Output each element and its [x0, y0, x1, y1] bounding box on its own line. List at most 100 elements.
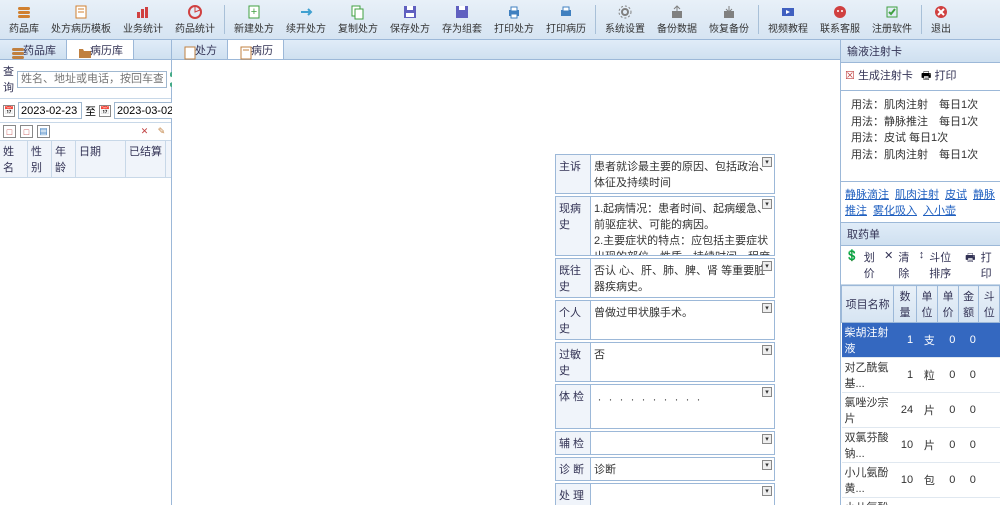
link-皮试[interactable]: 皮试 [945, 189, 967, 201]
search-input[interactable] [17, 71, 167, 88]
med-header[interactable]: 数量 [894, 286, 916, 323]
chart2-icon [186, 4, 204, 20]
list-header[interactable]: 日期 [76, 141, 126, 177]
toolbar-chart[interactable]: 业务统计 [118, 2, 168, 37]
toolbar-print[interactable]: 打印处方 [489, 2, 539, 37]
video-icon [779, 4, 797, 20]
date-to-input[interactable] [114, 102, 178, 119]
print-icon: 🖶 [921, 70, 931, 82]
savegrp-icon [453, 4, 471, 20]
toolbar-label: 药品统计 [175, 20, 215, 35]
list-header[interactable]: 年龄 [52, 141, 76, 177]
form-field-体 检[interactable]: ﹒﹒﹒﹒﹒﹒﹒﹒﹒﹒▾ [591, 384, 775, 429]
center-tab-rx[interactable]: 处方 [172, 40, 228, 59]
sort-icon: ↕ [919, 249, 925, 281]
link-入小壶[interactable]: 入小壶 [923, 205, 956, 217]
print2-icon [557, 4, 575, 20]
toolbar-new[interactable]: +新建处方 [229, 2, 279, 37]
print-med-button[interactable]: 打印 [981, 249, 996, 281]
toolbar-backup[interactable]: 备份数据 [652, 2, 702, 37]
toolbar-save[interactable]: 保存处方 [385, 2, 435, 37]
med-header[interactable]: 斗位 [979, 286, 1000, 323]
list-header[interactable]: 性别 [28, 141, 52, 177]
toolbar-copy[interactable]: 复制处方 [333, 2, 383, 37]
toolbar-gear[interactable]: 系统设置 [600, 2, 650, 37]
date-from-calendar-icon[interactable]: 📅 [3, 105, 15, 117]
med-header[interactable]: 单位 [916, 286, 938, 323]
form-label: 既往史 [555, 258, 591, 298]
dropdown-icon[interactable]: ▾ [762, 345, 772, 355]
patient-list-empty [0, 178, 171, 505]
mini-btn-1[interactable]: □ [3, 125, 16, 138]
toolbar-db[interactable]: 药品库 [4, 2, 44, 37]
link-肌肉注射[interactable]: 肌肉注射 [895, 189, 939, 201]
checkbox-icon[interactable]: ☒ [845, 70, 855, 82]
med-header[interactable]: 单价 [938, 286, 959, 323]
med-row[interactable]: 柴胡注射液1支00 [842, 323, 1000, 358]
center-tab-rec[interactable]: 病历 [228, 40, 284, 59]
dropdown-icon[interactable]: ▾ [762, 303, 772, 313]
toolbar-label: 备份数据 [657, 20, 697, 35]
dropdown-icon[interactable]: ▾ [762, 387, 772, 397]
toolbar-label: 保存处方 [390, 20, 430, 35]
list-header[interactable]: 姓名 [0, 141, 28, 177]
link-静脉滴注[interactable]: 静脉滴注 [845, 189, 889, 201]
price-button[interactable]: 划价 [864, 249, 879, 281]
form-field-主诉[interactable]: 患者就诊最主要的原因、包括政治、体征及持续时间▾ [591, 154, 775, 194]
form-field-现病史[interactable]: 1.起病情况：患者时间、起病缓急、前驱症状、可能的病因。 2.主要症状的特点：应… [591, 196, 775, 256]
toolbar-cont[interactable]: 续开处方 [281, 2, 331, 37]
toolbar-restore[interactable]: 恢复备份 [704, 2, 754, 37]
toolbar-video[interactable]: 视频教程 [763, 2, 813, 37]
toolbar-label: 退出 [931, 20, 951, 35]
reg-icon [883, 4, 901, 20]
dropdown-icon[interactable]: ▾ [762, 434, 772, 444]
med-row[interactable]: 氯唑沙宗片24片00 [842, 393, 1000, 428]
mini-btn-2[interactable]: □ [20, 125, 33, 138]
med-list-header: 取药单 [841, 223, 1000, 246]
toolbar-savegrp[interactable]: 存为组套 [437, 2, 487, 37]
form-field-辅 检[interactable]: ▾ [591, 431, 775, 455]
toolbar-label: 复制处方 [338, 20, 378, 35]
link-雾化吸入[interactable]: 雾化吸入 [873, 205, 917, 217]
toolbar-qq[interactable]: 联系客服 [815, 2, 865, 37]
print-injection-card-button[interactable]: 打印 [934, 70, 956, 82]
form-field-既往史[interactable]: 否认 心、肝、肺、脾、肾 等重要脏器疾病史。▾ [591, 258, 775, 298]
clear-button[interactable]: 清除 [898, 249, 913, 281]
toolbar-reg[interactable]: 注册软件 [867, 2, 917, 37]
mini-btn-del[interactable]: ✕ [138, 125, 151, 138]
left-tab-db[interactable]: 药品库 [0, 40, 67, 59]
form-field-过敏史[interactable]: 否▾ [591, 342, 775, 382]
left-tab-folder[interactable]: 病历库 [67, 40, 134, 59]
med-row[interactable]: 双氯芬酸钠...10片00 [842, 428, 1000, 463]
med-header[interactable]: 项目名称 [842, 286, 894, 323]
dropdown-icon[interactable]: ▾ [762, 460, 772, 470]
form-field-个人史[interactable]: 曾做过甲状腺手术。▾ [591, 300, 775, 340]
gen-injection-card-button[interactable]: 生成注射卡 [858, 70, 913, 82]
toolbar-tmpl[interactable]: 处方病历模板 [46, 2, 116, 37]
form-label: 体 检 [555, 384, 591, 429]
med-row[interactable]: 对乙酰氨基...1粒00 [842, 358, 1000, 393]
exit-icon [932, 4, 950, 20]
dropdown-icon[interactable]: ▾ [762, 486, 772, 496]
form-field-诊 断[interactable]: 诊断▾ [591, 457, 775, 481]
new-icon: + [245, 4, 263, 20]
toolbar-label: 药品库 [9, 20, 39, 35]
dropdown-icon[interactable]: ▾ [762, 157, 772, 167]
toolbar-print2[interactable]: 打印病历 [541, 2, 591, 37]
dropdown-icon[interactable]: ▾ [762, 199, 772, 209]
mini-btn-pen[interactable]: ✎ [155, 125, 168, 138]
toolbar-exit[interactable]: 退出 [926, 2, 956, 37]
print-icon [505, 4, 523, 20]
med-header[interactable]: 金额 [958, 286, 979, 323]
list-header[interactable]: 已结算 [126, 141, 166, 177]
dropdown-icon[interactable]: ▾ [762, 261, 772, 271]
date-to-calendar-icon[interactable]: 📅 [99, 105, 111, 117]
mini-btn-3[interactable]: ▤ [37, 125, 50, 138]
toolbar-chart2[interactable]: 药品统计 [170, 2, 220, 37]
toolbar-label: 打印病历 [546, 20, 586, 35]
med-row[interactable]: 小儿氨酚黄...10包00 [842, 463, 1000, 498]
med-row[interactable]: 小儿氨酚黄...40片00 [842, 498, 1000, 505]
form-field-处 理[interactable]: ▾ [591, 483, 775, 505]
sort-button[interactable]: 斗位排序 [929, 249, 960, 281]
date-from-input[interactable] [18, 102, 82, 119]
